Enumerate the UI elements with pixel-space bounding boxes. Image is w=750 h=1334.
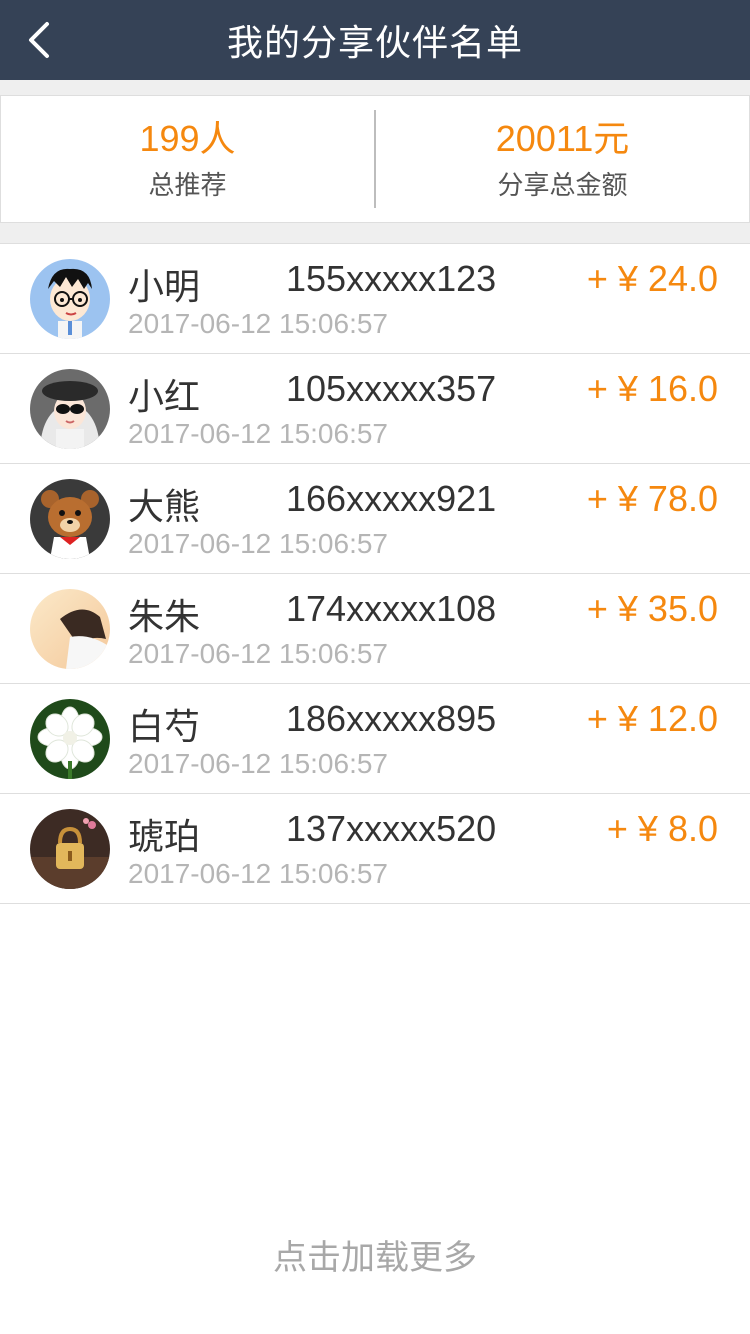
avatar-cartoon-boy-icon xyxy=(30,259,110,339)
avatar-amber-lock-icon xyxy=(30,809,110,889)
partner-amount: + ¥ 35.0 xyxy=(586,588,718,629)
page-title: 我的分享伙伴名单 xyxy=(226,22,523,63)
partner-row[interactable]: 小红 105xxxxx357 + ¥ 16.0 2017-06-12 15:06… xyxy=(0,354,750,464)
partner-row[interactable]: 琥珀 137xxxxx520 + ¥ 8.0 2017-06-12 15:06:… xyxy=(0,794,750,904)
total-referrals-label: 总推荐 xyxy=(148,169,227,200)
section-gap xyxy=(0,223,750,243)
avatar-bear-icon xyxy=(30,479,110,559)
stat-total-referrals: 199人 总推荐 xyxy=(1,96,374,222)
partner-time: 2017-06-12 15:06:57 xyxy=(128,748,388,779)
partner-time: 2017-06-12 15:06:57 xyxy=(128,638,388,669)
avatar-cartoon-girl-icon xyxy=(30,369,110,449)
partner-phone: 105xxxxx357 xyxy=(286,368,497,409)
partner-phone: 137xxxxx520 xyxy=(286,808,497,849)
partner-phone: 166xxxxx921 xyxy=(286,478,497,519)
chevron-left-icon xyxy=(29,22,49,58)
partner-amount: + ¥ 12.0 xyxy=(586,698,718,739)
partner-name: 白芍 xyxy=(128,706,201,747)
partner-amount: + ¥ 24.0 xyxy=(586,258,718,299)
partner-list: 小明 155xxxxx123 + ¥ 24.0 2017-06-12 15:06… xyxy=(0,243,750,904)
total-amount-value: 20011元 xyxy=(495,117,630,159)
section-gap xyxy=(0,80,750,95)
partner-phone: 155xxxxx123 xyxy=(286,258,497,299)
total-referrals-value: 199人 xyxy=(139,117,236,159)
partner-row[interactable]: 白芍 186xxxxx895 + ¥ 12.0 2017-06-12 15:06… xyxy=(0,684,750,794)
partner-time: 2017-06-12 15:06:57 xyxy=(128,418,388,449)
partner-amount: + ¥ 16.0 xyxy=(586,368,718,409)
partner-name: 小明 xyxy=(128,266,201,307)
app-header: 我的分享伙伴名单 xyxy=(0,0,750,80)
partner-name: 琥珀 xyxy=(128,816,201,857)
partner-row[interactable]: 朱朱 174xxxxx108 + ¥ 35.0 2017-06-12 15:06… xyxy=(0,574,750,684)
partner-phone: 174xxxxx108 xyxy=(286,588,497,629)
partner-time: 2017-06-12 15:06:57 xyxy=(128,858,388,889)
avatar-photo-girl-icon xyxy=(30,589,110,669)
partner-amount: + ¥ 78.0 xyxy=(586,478,718,519)
back-button[interactable] xyxy=(10,10,70,70)
partner-phone: 186xxxxx895 xyxy=(286,698,497,739)
total-amount-label: 分享总金额 xyxy=(497,169,628,200)
stat-total-amount: 20011元 分享总金额 xyxy=(376,96,749,222)
load-more-button[interactable]: 点击加载更多 xyxy=(0,1230,750,1279)
partner-name: 朱朱 xyxy=(128,596,201,637)
partner-row[interactable]: 大熊 166xxxxx921 + ¥ 78.0 2017-06-12 15:06… xyxy=(0,464,750,574)
partner-name: 小红 xyxy=(128,376,201,417)
partner-time: 2017-06-12 15:06:57 xyxy=(128,528,388,559)
partner-name: 大熊 xyxy=(128,486,201,527)
stats-panel: 199人 总推荐 20011元 分享总金额 xyxy=(0,95,750,223)
partner-time: 2017-06-12 15:06:57 xyxy=(128,308,388,339)
partner-amount: + ¥ 8.0 xyxy=(606,808,718,849)
avatar-white-flower-icon xyxy=(30,699,110,779)
partner-row[interactable]: 小明 155xxxxx123 + ¥ 24.0 2017-06-12 15:06… xyxy=(0,244,750,354)
